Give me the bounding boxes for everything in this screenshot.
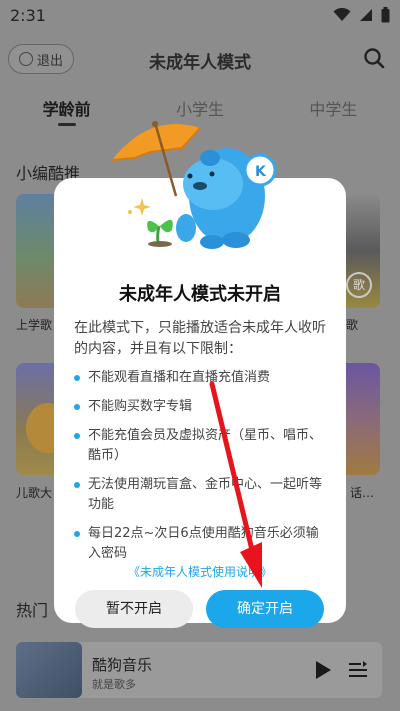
- mini-player-cover: [16, 642, 82, 698]
- restriction-item: 不能观看直播和在直播充值消费: [74, 368, 330, 388]
- confirm-enable-button[interactable]: 确定开启: [206, 590, 324, 628]
- battery-icon: [381, 7, 390, 23]
- status-time: 2:31: [10, 5, 46, 25]
- minor-mode-dialog: 未成年人模式未开启 在此模式下，只能播放适合未成年人收听的内容，并且有以下限制：…: [54, 178, 346, 628]
- playlist-card-1-label: 上学歌: [16, 318, 53, 332]
- wifi-icon: [333, 8, 351, 21]
- play-icon[interactable]: [314, 660, 332, 680]
- tab-middle-school[interactable]: 中学生: [267, 90, 400, 130]
- playlist-card-4-label: 话…: [350, 486, 375, 500]
- age-tabs: 学龄前 小学生 中学生: [0, 90, 400, 130]
- mini-player[interactable]: 酷狗音乐 就是歌多: [16, 642, 382, 698]
- restriction-list: 不能观看直播和在直播充值消费 不能购买数字专辑 不能充值会员及虚拟资产（星币、唱…: [74, 368, 330, 573]
- tab-primary-school[interactable]: 小学生: [133, 90, 266, 130]
- playlist-card-2-badge: 歌: [346, 272, 372, 298]
- usage-guide-link[interactable]: 《未成年人模式使用说明》: [54, 563, 346, 580]
- restriction-item: 无法使用潮玩盲盒、金币中心、一起听等功能: [74, 475, 330, 515]
- tab-preschool[interactable]: 学龄前: [0, 90, 133, 130]
- dialog-title: 未成年人模式未开启: [119, 284, 281, 305]
- cellular-signal-icon: [360, 9, 372, 21]
- playlist-queue-icon[interactable]: [348, 660, 368, 680]
- restriction-item: 不能购买数字专辑: [74, 397, 330, 417]
- restriction-item: 每日22点~次日6点使用酷狗音乐必须输入密码: [74, 524, 330, 564]
- mini-player-title: 酷狗音乐: [92, 656, 153, 674]
- section-title-hot: 热门: [16, 601, 49, 620]
- mini-player-subtitle: 就是歌多: [92, 678, 136, 691]
- not-now-button[interactable]: 暂不开启: [75, 590, 193, 628]
- page-title: 未成年人模式: [149, 53, 251, 73]
- status-icons: [333, 7, 390, 23]
- playlist-card-3-label: 儿歌大: [16, 486, 53, 500]
- playlist-card-2-label: 歌: [346, 318, 359, 332]
- app-header: 退出 未成年人模式: [0, 40, 400, 80]
- dialog-intro: 在此模式下，只能播放适合未成年人收听的内容，并且有以下限制：: [74, 320, 326, 357]
- search-icon[interactable]: [362, 46, 386, 70]
- restriction-item: 不能充值会员及虚拟资产（星币、唱币、酷币）: [74, 426, 330, 466]
- status-bar: 2:31: [0, 0, 400, 30]
